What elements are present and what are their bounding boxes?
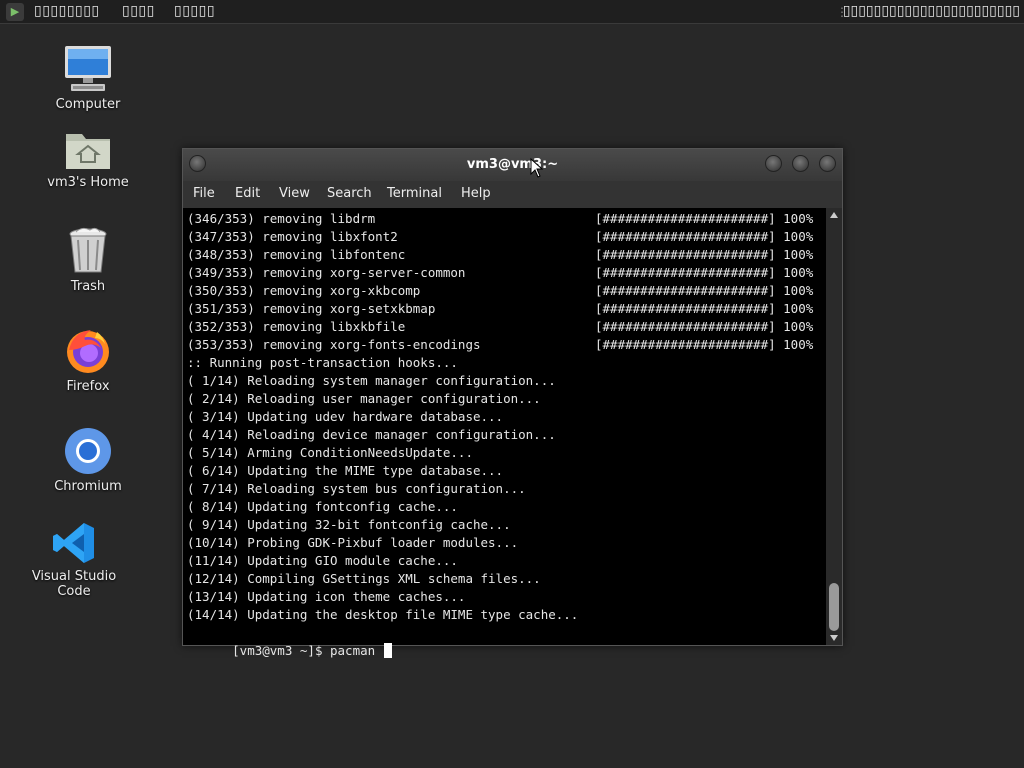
text-cursor bbox=[383, 643, 392, 658]
terminal-output-line: ( 8/14) Updating fontconfig cache... bbox=[187, 499, 458, 514]
desktop-icon-label: Visual Studio Code bbox=[31, 569, 117, 599]
terminal-prompt-line[interactable]: [vm3@vm3 ~]$ pacman bbox=[187, 624, 392, 658]
menu-search[interactable]: Search bbox=[327, 186, 372, 201]
system-menu[interactable]: ▯▯▯▯▯ bbox=[174, 3, 215, 19]
panel-clock[interactable]: ▯▯▯▯▯▯▯▯▯▯▯▯▯▯▯▯▯▯▯▯▯▯▯ bbox=[843, 3, 1020, 19]
terminal-output-line: (347/353) removing libxfont2 bbox=[187, 229, 398, 244]
progress-bar-text: [######################] 100% bbox=[595, 247, 814, 262]
progress-bar-text: [######################] 100% bbox=[595, 283, 814, 298]
menu-edit[interactable]: Edit bbox=[235, 186, 260, 201]
terminal-output-line: (349/353) removing xorg-server-common bbox=[187, 265, 466, 280]
desktop-icon-label: Trash bbox=[70, 279, 106, 294]
terminal-output-line: ( 6/14) Updating the MIME type database.… bbox=[187, 463, 504, 478]
terminal-output-line: (350/353) removing xorg-xkbcomp bbox=[187, 283, 421, 298]
menu-help[interactable]: Help bbox=[461, 186, 491, 201]
desktop-icon-vscode[interactable]: Visual Studio Code bbox=[14, 520, 134, 599]
progress-bar-text: [######################] 100% bbox=[595, 301, 814, 316]
chromium-icon bbox=[65, 428, 111, 474]
scrollbar-thumb[interactable] bbox=[829, 583, 839, 631]
close-button[interactable] bbox=[819, 155, 836, 172]
window-title: vm3@vm3:~ bbox=[466, 157, 559, 172]
vscode-icon bbox=[53, 523, 94, 563]
firefox-icon bbox=[67, 330, 109, 373]
terminal-output-line: ( 7/14) Reloading system bus configurati… bbox=[187, 481, 526, 496]
trash-icon bbox=[69, 227, 107, 273]
desktop-icon-chromium[interactable]: Chromium bbox=[28, 426, 148, 494]
minimize-button[interactable] bbox=[765, 155, 782, 172]
terminal-scrollbar[interactable] bbox=[826, 208, 842, 645]
terminal-output-line: (346/353) removing libdrm bbox=[187, 211, 376, 226]
mouse-pointer-icon bbox=[530, 158, 544, 178]
desktop-icon-firefox[interactable]: Firefox bbox=[28, 326, 148, 394]
terminal-output-line: (10/14) Probing GDK-Pixbuf loader module… bbox=[187, 535, 519, 550]
terminal-output-line: (352/353) removing libxkbfile bbox=[187, 319, 406, 334]
maximize-button[interactable] bbox=[792, 155, 809, 172]
applications-menu[interactable]: ▯▯▯▯▯▯▯▯ bbox=[34, 3, 100, 19]
places-menu[interactable]: ▯▯▯▯ bbox=[122, 3, 155, 19]
terminal-output-line: (348/353) removing libfontenc bbox=[187, 247, 406, 262]
terminal-output-line: ( 5/14) Arming ConditionNeedsUpdate... bbox=[187, 445, 473, 460]
menu-terminal[interactable]: Terminal bbox=[387, 186, 442, 201]
home-folder-icon bbox=[66, 134, 110, 169]
desktop-icon-label: Computer bbox=[55, 97, 121, 112]
terminal-prompt: [vm3@vm3 ~]$ pacman bbox=[232, 643, 383, 658]
desktop-icon-label: Firefox bbox=[66, 379, 110, 394]
desktop-icon-trash[interactable]: Trash bbox=[28, 226, 148, 294]
scroll-up-arrow-icon[interactable] bbox=[830, 212, 838, 218]
terminal-output-line: (11/14) Updating GIO module cache... bbox=[187, 553, 458, 568]
terminal-output-line: (351/353) removing xorg-setxkbmap bbox=[187, 301, 436, 316]
desktop-icon-home[interactable]: vm3's Home bbox=[28, 128, 148, 190]
desktop-icon-label: vm3's Home bbox=[47, 175, 129, 190]
desktop-icon-label: Chromium bbox=[54, 479, 122, 494]
terminal-output-line: (14/14) Updating the desktop file MIME t… bbox=[187, 607, 579, 622]
progress-bar-text: [######################] 100% bbox=[595, 319, 814, 334]
menu-file[interactable]: File bbox=[193, 186, 215, 201]
terminal-output-line: (12/14) Compiling GSettings XML schema f… bbox=[187, 571, 541, 586]
computer-icon bbox=[65, 46, 111, 91]
terminal-output-line: ( 2/14) Reloading user manager configura… bbox=[187, 391, 541, 406]
terminal-window[interactable]: vm3@vm3:~ File Edit View Search Terminal… bbox=[182, 148, 843, 658]
terminal-output-line: (13/14) Updating icon theme caches... bbox=[187, 589, 466, 604]
progress-bar-text: [######################] 100% bbox=[595, 337, 814, 352]
terminal-output-line: :: Running post-transaction hooks... bbox=[187, 355, 458, 370]
terminal-output-line: ( 3/14) Updating udev hardware database.… bbox=[187, 409, 504, 424]
window-titlebar[interactable]: vm3@vm3:~ bbox=[183, 149, 842, 181]
terminal-menubar: File Edit View Search Terminal Help bbox=[183, 181, 842, 208]
terminal-output-line: ( 1/14) Reloading system manager configu… bbox=[187, 373, 556, 388]
top-panel: ▶ ▯▯▯▯▯▯▯▯ ▯▯▯▯ ▯▯▯▯▯ ⋮ ▯▯▯▯▯▯▯▯▯▯▯▯▯▯▯▯… bbox=[0, 0, 1024, 24]
terminal-output-line: ( 4/14) Reloading device manager configu… bbox=[187, 427, 556, 442]
terminal-output-line: (353/353) removing xorg-fonts-encodings bbox=[187, 337, 481, 352]
scroll-down-arrow-icon[interactable] bbox=[830, 635, 838, 641]
menu-view[interactable]: View bbox=[279, 186, 310, 201]
terminal-output[interactable]: (346/353) removing libdrm [##############… bbox=[183, 208, 826, 658]
desktop-icon-computer[interactable]: Computer bbox=[28, 44, 148, 112]
terminal-launcher-icon[interactable]: ▶ bbox=[6, 3, 24, 21]
progress-bar-text: [######################] 100% bbox=[595, 229, 814, 244]
progress-bar-text: [######################] 100% bbox=[595, 265, 814, 280]
terminal-output-line: ( 9/14) Updating 32-bit fontconfig cache… bbox=[187, 517, 511, 532]
progress-bar-text: [######################] 100% bbox=[595, 211, 814, 226]
